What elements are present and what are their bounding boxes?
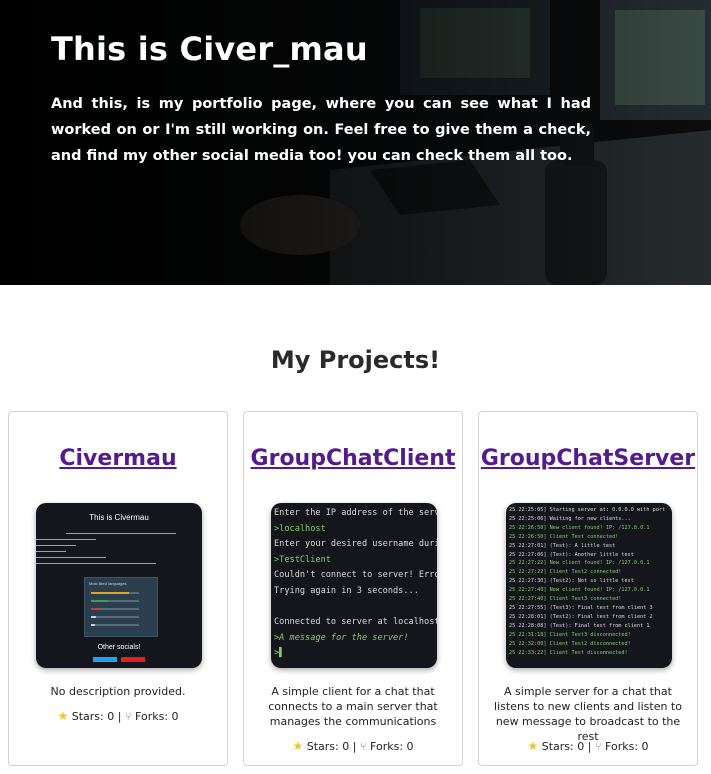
project-description: A simple server for a chat that listens … [494, 685, 682, 743]
screenshot-box-title: Most liked languages [89, 581, 127, 586]
terminal-line: 25 22:28:08] (Test): Final test from cli… [509, 622, 650, 629]
project-description: No description provided. [50, 685, 186, 698]
terminal-line: 25 22:28:01] (Test2): Final test from cl… [509, 613, 653, 620]
forks-count: Forks: 0 [370, 740, 414, 753]
project-screenshot-groupchatclient: Enter the IP address of the server >loca… [271, 503, 437, 668]
intro-text: And this, is my portfolio page, where yo… [51, 96, 591, 164]
terminal-line: 25 22:27:22] Client Test2 connected! [509, 569, 622, 576]
terminal-line: 25 22:25:05] Starting server at: 0.0.0.0… [509, 507, 666, 513]
fork-icon: ⑂ [594, 740, 602, 753]
stars-count: Stars: 0 | [71, 710, 122, 723]
terminal-line: 25 22:27:55] (Test3): Final test from cl… [509, 604, 653, 611]
project-stats: ★ Stars: 0 | ⑂ Forks: 0 [244, 739, 462, 753]
screenshot-bar [91, 592, 139, 594]
terminal-line: >▌ [274, 648, 285, 659]
screenshot-socials-label: Other socials! [97, 644, 141, 651]
terminal-line: >localhost [274, 523, 326, 534]
star-icon: ★ [57, 709, 69, 723]
screenshot-languages-box: Most liked languages [84, 577, 158, 637]
project-card-groupchatserver: GroupChatServer 25 22:25:05] Starting se… [478, 411, 698, 766]
project-stats: ★ Stars: 0 | ⑂ Forks: 0 [479, 739, 697, 753]
page-title: This is Civer_mau [51, 30, 368, 68]
project-screenshot-groupchatserver: 25 22:25:05] Starting server at: 0.0.0.0… [506, 503, 672, 668]
stars-count: Stars: 0 | [541, 740, 592, 753]
project-stats: ★ Stars: 0 | ⑂ Forks: 0 [9, 709, 227, 723]
screenshot-bar [91, 608, 139, 610]
forks-count: Forks: 0 [605, 740, 649, 753]
terminal-line: Enter the IP address of the server [274, 508, 437, 518]
fork-icon: ⑂ [359, 740, 367, 753]
stars-count: Stars: 0 | [306, 740, 357, 753]
project-link-groupchatclient[interactable]: GroupChatClient [244, 446, 462, 471]
star-icon: ★ [292, 739, 304, 753]
terminal-line: 25 22:27:30] (Test2): Not so little test [509, 578, 634, 585]
star-icon: ★ [527, 739, 539, 753]
terminal-line: 25 22:33:22] Client Test disconnected! [509, 649, 628, 656]
terminal-line: 25 22:26:50] New client found! IP: /127.… [509, 524, 650, 531]
terminal-line: 25 22:26:50] Client Test connected! [509, 533, 619, 540]
screenshot-text-line [36, 557, 106, 558]
project-link-civermau[interactable]: Civermau [9, 446, 227, 471]
screenshot-bar [91, 616, 139, 618]
screenshot-text-line [36, 551, 66, 552]
terminal-line: 25 22:27:40] Client Test3 connected! [509, 596, 622, 603]
projects-heading: My Projects! [270, 346, 441, 374]
screenshot-bar [91, 600, 139, 602]
project-card-civermau: Civermau This is Civermau Most liked lan… [8, 411, 228, 766]
screenshot-text-line [36, 539, 96, 540]
terminal-line: Connected to server at localhost/12 [274, 617, 437, 628]
terminal-line: 25 22:27:40] New client found! IP: /127.… [509, 587, 650, 594]
screenshot-text-line [36, 563, 156, 564]
project-link-groupchatserver[interactable]: GroupChatServer [479, 446, 697, 471]
terminal-output: 25 22:25:05] Starting server at: 0.0.0.0… [509, 506, 665, 657]
terminal-line: 25 22:32:00] Client Test2 disconnected! [509, 640, 631, 647]
terminal-line: >TestClient [274, 554, 331, 565]
terminal-line: 25 22:31:18] Client Test3 disconnected! [509, 631, 631, 638]
terminal-line: Trying again in 3 seconds... [274, 585, 419, 596]
screenshot-social-button [93, 657, 117, 662]
project-card-groupchatclient: GroupChatClient Enter the IP address of … [243, 411, 463, 766]
terminal-line: 25 22:25:06] Waiting for new clients... [509, 515, 631, 522]
screenshot-bar [91, 624, 139, 626]
terminal-line: 25 22:27:01] (Test): A little test [509, 542, 616, 549]
forks-count: Forks: 0 [135, 710, 179, 723]
project-description: A simple client for a chat that connects… [268, 685, 438, 728]
terminal-line: 25 22:27:06] (Test): Another little test [509, 551, 634, 558]
hero-banner: This is Civer_mau And this, is my portfo… [0, 0, 711, 285]
terminal-line: >A message for the server! [274, 632, 409, 643]
terminal-output: Enter the IP address of the server >loca… [274, 506, 437, 662]
terminal-line: Enter your desired username during [274, 539, 437, 550]
terminal-line: Couldn't connect to server! Error: [274, 570, 437, 581]
screenshot-text-line [66, 533, 176, 534]
project-screenshot-civermau: This is Civermau Most liked languages Ot… [36, 503, 202, 668]
fork-icon: ⑂ [124, 710, 132, 723]
screenshot-social-button [121, 657, 145, 662]
screenshot-text-line [36, 545, 76, 546]
terminal-line: 25 22:27:22] New client found! IP: /127.… [509, 560, 650, 567]
screenshot-title: This is Civermau [89, 513, 149, 522]
